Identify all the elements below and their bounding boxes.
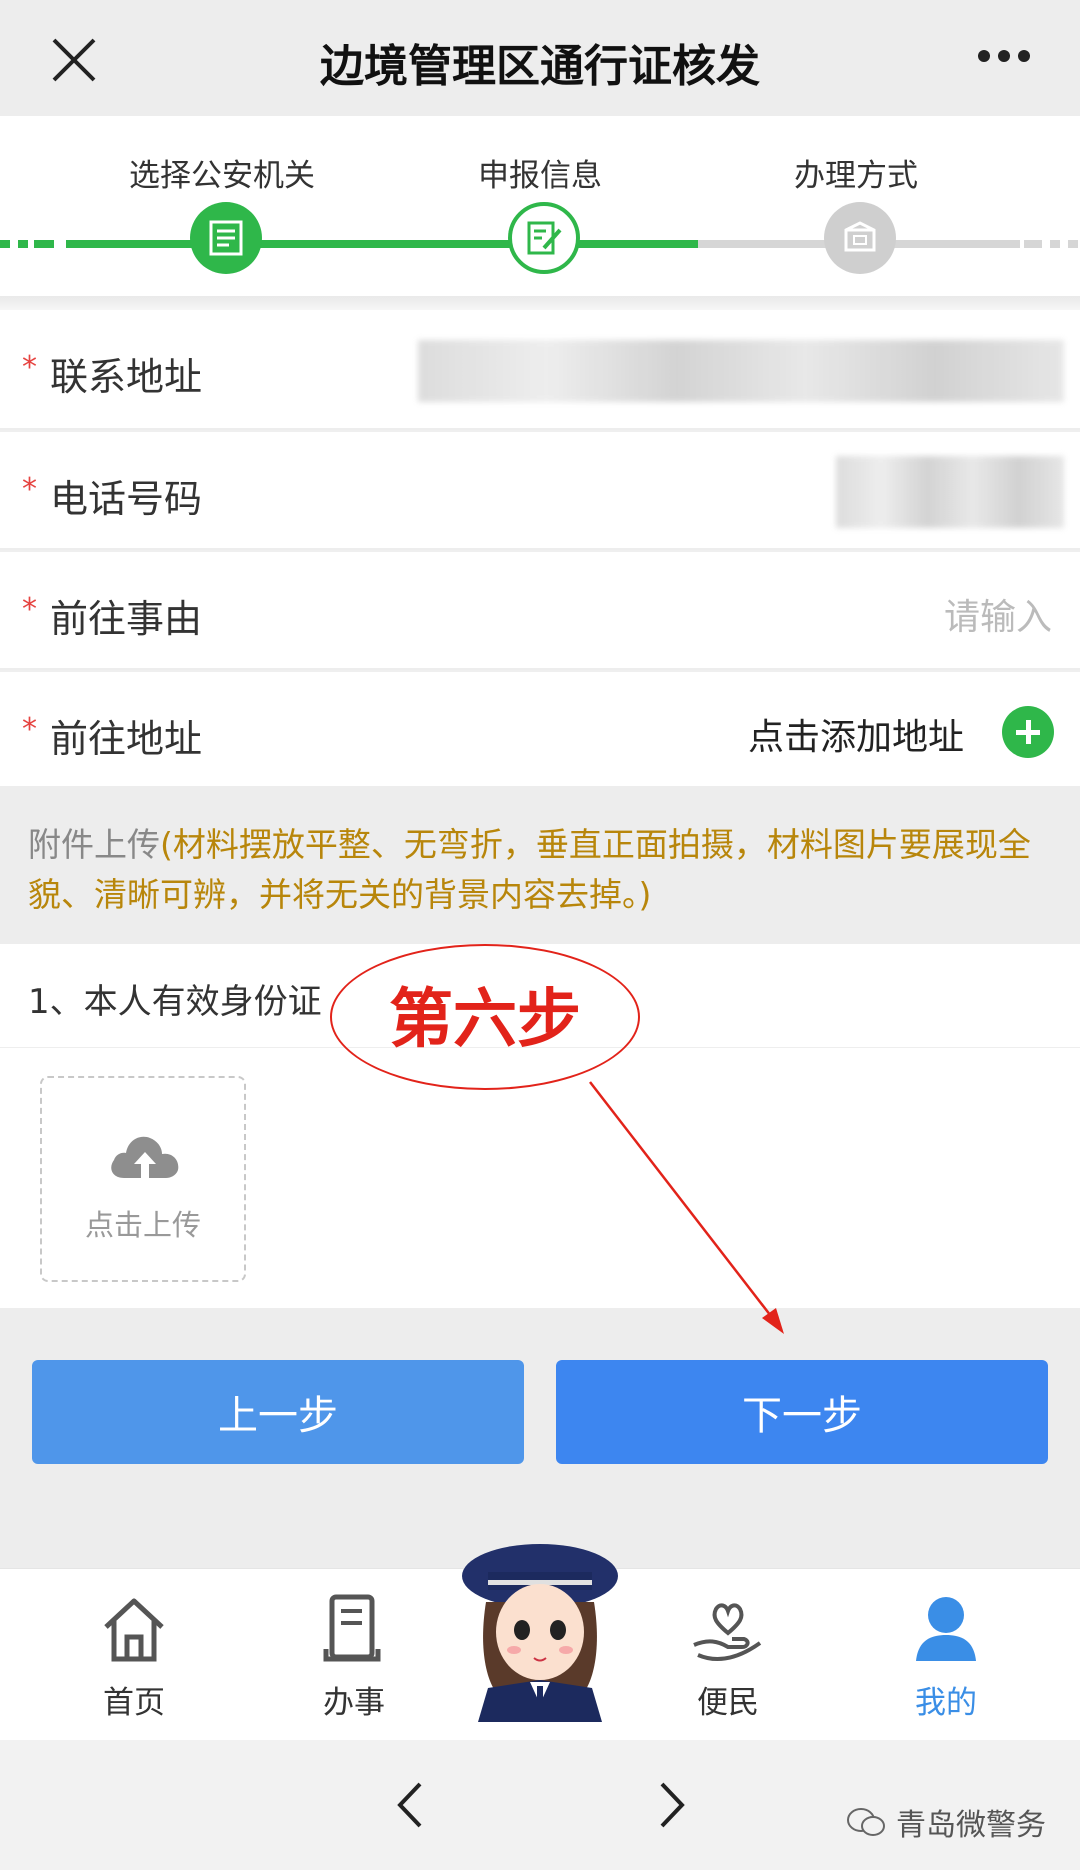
browser-nav-bar: 青岛微警务 (0, 1740, 1080, 1870)
chevron-left-icon[interactable] (388, 1778, 432, 1832)
upload-item-title: 1、本人有效身份证 (28, 982, 322, 1022)
tab-services[interactable]: 办事 (274, 1589, 434, 1722)
phone-value-blurred[interactable] (836, 456, 1064, 528)
progress-line-done (66, 240, 698, 248)
user-icon (916, 1597, 976, 1661)
address-value-blurred[interactable] (418, 340, 1064, 402)
tab-convenience-label: 便民 (697, 1685, 759, 1721)
watermark-text: 青岛微警务 (896, 1808, 1046, 1843)
address-row[interactable]: * 联系地址 (0, 310, 1080, 428)
box-icon (844, 221, 876, 252)
home-icon (104, 1598, 164, 1662)
upload-button[interactable]: 点击上传 (40, 1076, 246, 1282)
scroll-icon (323, 1594, 381, 1662)
steps-divider (0, 296, 1080, 310)
progress-dash-right (1024, 240, 1078, 248)
phone-row[interactable]: * 电话号码 (0, 430, 1080, 548)
reason-input[interactable]: 请输入 (944, 588, 1052, 640)
progress-steps: 选择公安机关 申报信息 办理方式 (0, 116, 1080, 306)
cloud-upload-icon (111, 1136, 179, 1178)
step-2-label: 申报信息 (478, 158, 602, 194)
wechat-icon (847, 1808, 885, 1836)
more-icon[interactable] (976, 48, 1032, 64)
heart-hand-icon (693, 1603, 762, 1662)
step-1-circle (190, 202, 262, 274)
reason-row[interactable]: * 前往事由 请输入 (0, 550, 1080, 668)
next-step-button[interactable]: 下一步 (556, 1360, 1048, 1464)
reason-label: 前往事由 (50, 597, 203, 641)
required-mark: * (22, 592, 37, 627)
annotation-text: 第六步 (389, 983, 581, 1057)
tab-home[interactable]: 首页 (54, 1589, 214, 1722)
add-address-link[interactable]: 点击添加地址 (748, 708, 964, 760)
document-icon (209, 220, 243, 256)
required-mark: * (22, 350, 37, 385)
title-bar: 边境管理区通行证核发 (0, 0, 1080, 116)
destination-row[interactable]: * 前往地址 点击添加地址 (0, 670, 1080, 788)
tab-mine[interactable]: 我的 (866, 1589, 1026, 1722)
upload-notice: 附件上传(材料摆放平整、无弯折，垂直正面拍摄，材料图片要展现全貌、清晰可辨，并将… (0, 786, 1080, 944)
required-mark: * (22, 472, 37, 507)
add-address-icon[interactable] (1002, 706, 1054, 758)
upload-area: 点击上传 (0, 1048, 1080, 1308)
step-2-circle (508, 202, 580, 274)
tab-services-label: 办事 (323, 1685, 385, 1721)
police-mascot-image[interactable] (448, 1532, 632, 1722)
step-3-label: 办理方式 (794, 158, 918, 194)
phone-label: 电话号码 (50, 477, 203, 521)
page-title: 边境管理区通行证核发 (320, 41, 760, 92)
step-3-circle (824, 202, 896, 274)
tab-home-label: 首页 (103, 1685, 165, 1721)
tab-mine-label: 我的 (915, 1685, 977, 1721)
notice-prefix: 附件上传 (28, 825, 160, 864)
upload-button-label: 点击上传 (84, 1208, 201, 1242)
watermark: 青岛微警务 (846, 1800, 1046, 1844)
address-label: 联系地址 (50, 355, 203, 399)
destination-label: 前往地址 (50, 717, 203, 761)
notice-text: (材料摆放平整、无弯折，垂直正面拍摄，材料图片要展现全貌、清晰可辨，并将无关的背… (28, 825, 1031, 914)
chevron-right-icon[interactable] (650, 1778, 694, 1832)
step-1-label: 选择公安机关 (129, 158, 315, 194)
edit-icon (527, 221, 562, 255)
required-mark: * (22, 712, 37, 747)
prev-step-button[interactable]: 上一步 (32, 1360, 524, 1464)
tab-convenience[interactable]: 便民 (648, 1589, 808, 1722)
progress-dash-left (0, 240, 54, 248)
